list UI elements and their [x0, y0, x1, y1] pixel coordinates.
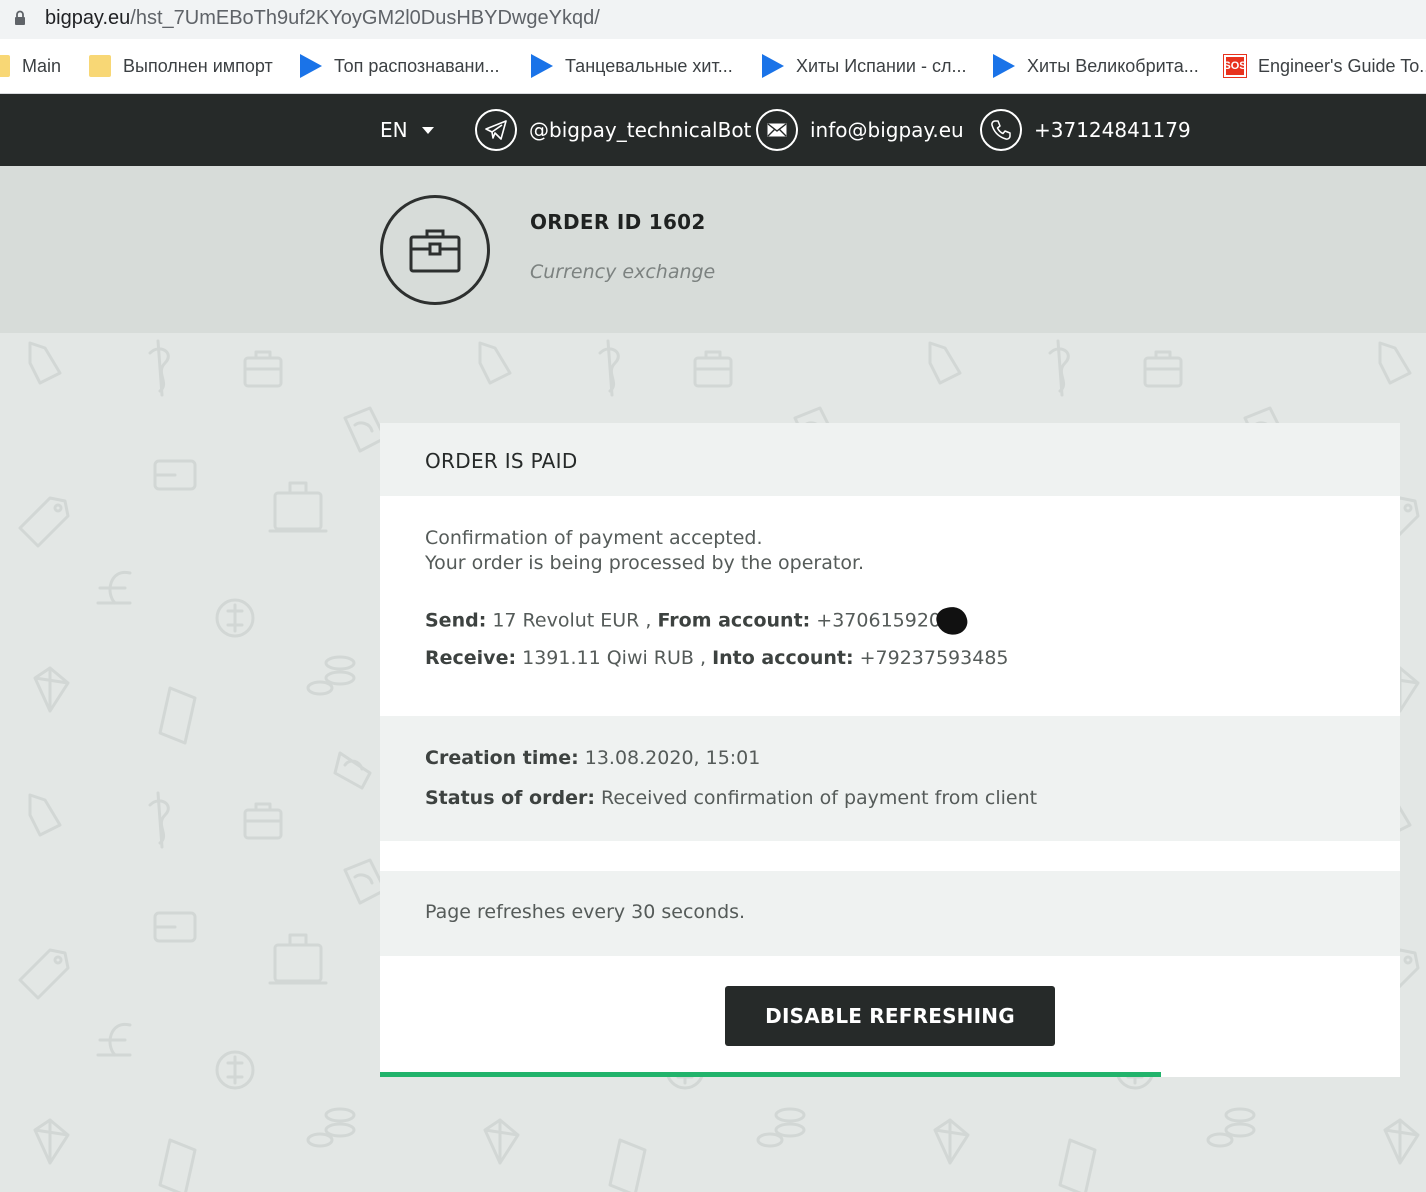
creation-time-row: Creation time: 13.08.2020, 15:01: [425, 747, 760, 769]
lock-icon: [15, 10, 25, 25]
confirmation-line-1: Confirmation of payment accepted.: [425, 527, 763, 549]
from-account-value: +370615920: [810, 609, 942, 632]
bookmark-label: Main: [22, 55, 62, 76]
bookmark-label: Выполнен импорт: [123, 55, 273, 76]
telegram-icon: [475, 109, 517, 151]
card-header: ORDER IS PAID: [380, 423, 1400, 496]
send-row: Send: 17 Revolut EUR , From account: +37…: [425, 603, 971, 639]
bookmark-label: Engineer's Guide To...: [1258, 55, 1426, 76]
bookmark-main[interactable]: Main: [0, 53, 61, 79]
order-status-card: ORDER IS PAID Confirmation of payment ac…: [380, 423, 1400, 1077]
sos-icon: SOS: [1223, 54, 1247, 78]
bookmark-uk-hits[interactable]: Хиты Великобрита...: [993, 53, 1199, 79]
play-icon: [762, 54, 784, 78]
phone-number: +37124841179: [1034, 118, 1191, 142]
url-path: /hst_7UmEBoTh9uf2KYoyGM2l0DusHBYDwgeYkqd…: [130, 7, 600, 29]
bookmark-engineers-guide[interactable]: SOS Engineer's Guide To...: [1223, 53, 1426, 79]
order-header: ORDER ID 1602 Currency exchange: [0, 166, 1426, 333]
confirmation-line-2: Your order is being processed by the ope…: [425, 552, 865, 574]
receive-row: Receive: 1391.11 Qiwi RUB , Into account…: [425, 647, 1009, 669]
order-status-title: ORDER IS PAID: [425, 449, 578, 473]
into-account-value: +79237593485: [853, 647, 1009, 669]
play-icon: [993, 54, 1015, 78]
order-title: ORDER ID 1602: [530, 210, 706, 234]
email-address: info@bigpay.eu: [810, 118, 964, 142]
bookmark-spain-hits[interactable]: Хиты Испании - сл...: [762, 53, 967, 79]
play-icon: [531, 54, 553, 78]
send-label: Send:: [425, 609, 487, 632]
creation-time-label: Creation time:: [425, 747, 579, 769]
language-label: EN: [380, 118, 408, 142]
refresh-info: Page refreshes every 30 seconds.: [380, 871, 1400, 956]
refresh-progress-bar: [380, 1072, 1400, 1077]
bookmark-label: Хиты Испании - сл...: [796, 55, 967, 76]
url-host: bigpay.eu: [45, 7, 131, 29]
bookmark-label: Танцевальные хит...: [565, 55, 733, 76]
order-status-row: Status of order: Received confirmation o…: [425, 787, 1037, 809]
phone-link[interactable]: +37124841179: [980, 94, 1191, 166]
payment-details: Confirmation of payment accepted. Your o…: [380, 496, 1400, 716]
folder-icon: [89, 55, 111, 77]
play-icon: [300, 54, 322, 78]
from-account-label: From account:: [657, 609, 811, 632]
site-topbar: EN @bigpay_technicalBot info@bigpay.eu +…: [0, 94, 1426, 166]
order-meta: Creation time: 13.08.2020, 15:01 Status …: [380, 716, 1400, 841]
send-value: 17 Revolut EUR ,: [486, 609, 658, 632]
receive-label: Receive:: [425, 647, 517, 669]
disable-refreshing-button[interactable]: DISABLE REFRESHING: [725, 986, 1055, 1046]
receive-value: 1391.11 Qiwi RUB ,: [516, 647, 713, 669]
creation-time-value: 13.08.2020, 15:01: [578, 747, 761, 769]
email-link[interactable]: info@bigpay.eu: [756, 94, 964, 166]
order-status-label: Status of order:: [425, 787, 595, 809]
bookmark-imported[interactable]: Выполнен импорт: [89, 53, 273, 79]
browser-address-bar[interactable]: bigpay.eu/hst_7UmEBoTh9uf2KYoyGM2l0DusHB…: [0, 0, 1426, 39]
bookmark-label: Хиты Великобрита...: [1027, 55, 1199, 76]
url-text[interactable]: bigpay.eu/hst_7UmEBoTh9uf2KYoyGM2l0DusHB…: [45, 7, 600, 30]
bookmark-dance-hits[interactable]: Танцевальные хит...: [531, 53, 733, 79]
mail-icon: [756, 109, 798, 151]
order-subtitle: Currency exchange: [530, 261, 716, 283]
refresh-note: Page refreshes every 30 seconds.: [425, 901, 746, 923]
briefcase-icon: [380, 195, 490, 305]
folder-icon: [0, 55, 10, 77]
bookmark-top-shazam[interactable]: Топ распознавани...: [300, 53, 500, 79]
phone-icon: [980, 109, 1022, 151]
refresh-progress-fill: [380, 1072, 1162, 1077]
order-status-value: Received confirmation of payment from cl…: [594, 787, 1038, 809]
telegram-handle: @bigpay_technicalBot: [529, 118, 752, 142]
bookmark-label: Топ распознавани...: [334, 55, 500, 76]
into-account-label: Into account:: [712, 647, 854, 669]
language-selector[interactable]: EN: [380, 94, 434, 166]
telegram-link[interactable]: @bigpay_technicalBot: [475, 94, 751, 166]
bookmarks-bar: Main Выполнен импорт Топ распознавани...…: [0, 39, 1426, 94]
caret-down-icon: [421, 126, 434, 134]
